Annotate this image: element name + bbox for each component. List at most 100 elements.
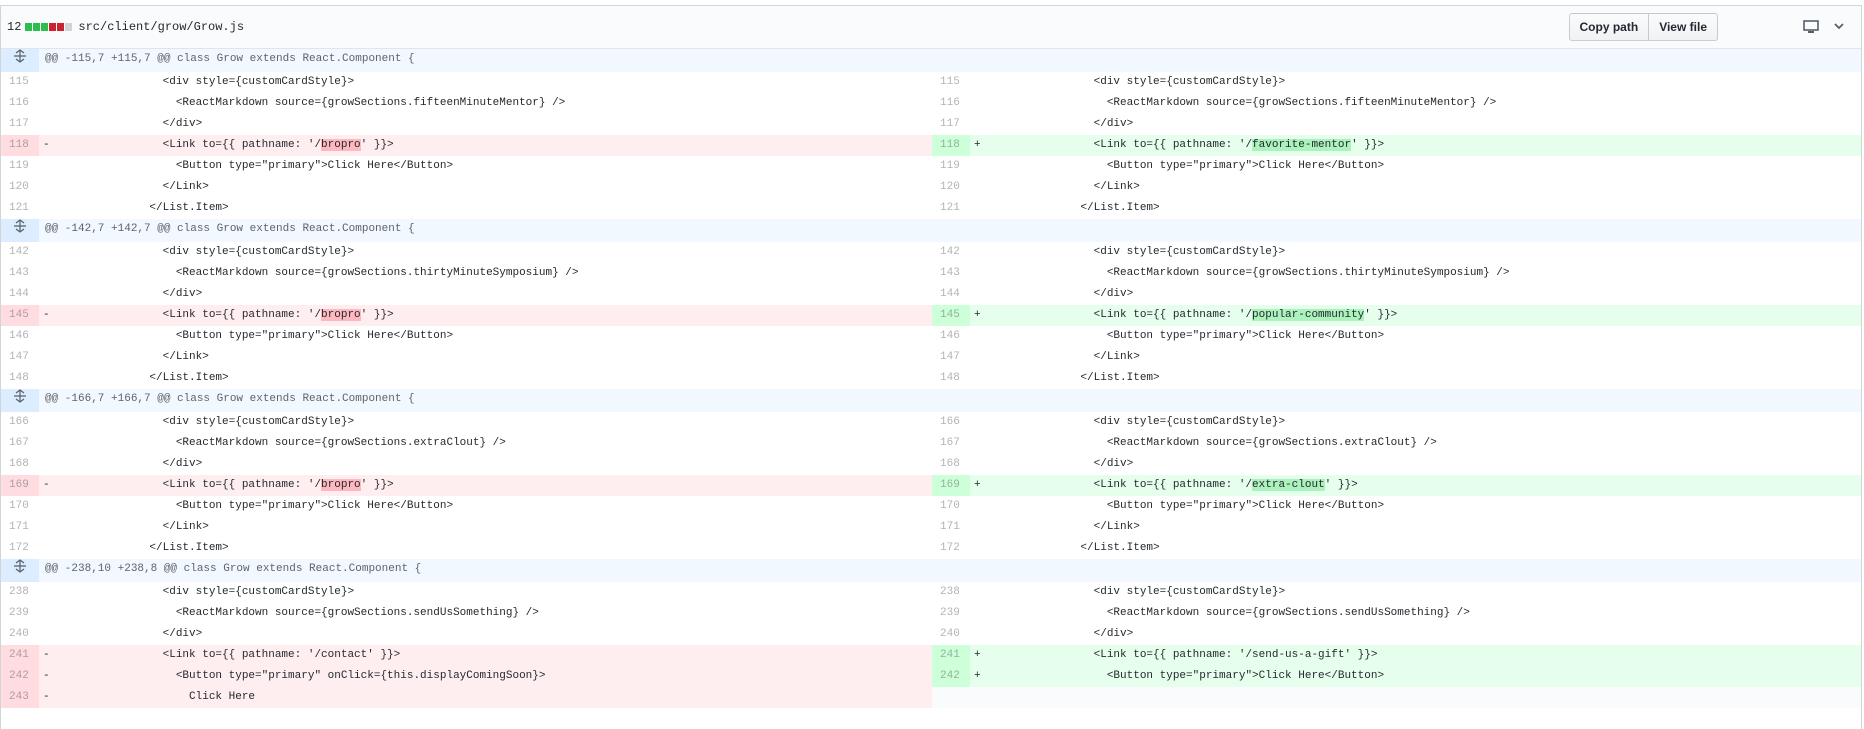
hunk-header-row: @@ -142,7 +142,7 @@ class Grow extends R…	[1, 219, 1861, 242]
hunk-header: @@ -115,7 +115,7 @@ class Grow extends R…	[39, 49, 1861, 72]
deleted-line: - <Link to={{ pathname: '/bropro' }}>	[39, 305, 932, 326]
deleted-line: - <Button type="primary" onClick={this.d…	[39, 666, 932, 687]
line-number[interactable]: 119	[932, 156, 970, 177]
line-number[interactable]: 116	[1, 93, 39, 114]
code-text: <Link to={{ pathname: '/contact' }}>	[57, 649, 401, 661]
code-text: <Link to={{ pathname: '/	[988, 309, 1253, 321]
code-line: </List.Item>	[970, 198, 1861, 219]
empty-line-number	[932, 687, 970, 708]
line-number[interactable]: 238	[932, 582, 970, 603]
line-number[interactable]: 143	[1, 263, 39, 284]
line-number-added[interactable]: 118	[932, 135, 970, 156]
line-number-deleted[interactable]: 243	[1, 687, 39, 708]
line-number[interactable]: 168	[1, 454, 39, 475]
view-file-button[interactable]: View file	[1649, 13, 1718, 41]
line-number-added[interactable]: 145	[932, 305, 970, 326]
added-line: + <Link to={{ pathname: '/extra-clout' }…	[970, 475, 1861, 496]
line-number[interactable]: 170	[1, 496, 39, 517]
line-number[interactable]: 117	[1, 114, 39, 135]
line-number[interactable]: 143	[932, 263, 970, 284]
line-number[interactable]: 171	[932, 517, 970, 538]
hunk-header-row: @@ -238,10 +238,8 @@ class Grow extends …	[1, 559, 1861, 582]
line-number[interactable]: 170	[932, 496, 970, 517]
code-text: <ReactMarkdown source={growSections.fift…	[988, 97, 1497, 109]
line-number[interactable]: 148	[1, 368, 39, 389]
line-number[interactable]: 166	[1, 412, 39, 433]
code-text: <Button type="primary">Click Here</Butto…	[988, 670, 1385, 682]
code-line: </div>	[39, 114, 932, 135]
line-number[interactable]: 116	[932, 93, 970, 114]
line-number[interactable]: 171	[1, 517, 39, 538]
copy-path-button[interactable]: Copy path	[1568, 13, 1650, 41]
expand-button[interactable]	[1, 219, 39, 242]
deleted-line: - Click Here	[39, 687, 932, 708]
chevron-down-icon[interactable]	[1833, 20, 1845, 35]
line-number-deleted[interactable]: 169	[1, 475, 39, 496]
diff-row: 242- <Button type="primary" onClick={thi…	[1, 666, 1861, 687]
line-number[interactable]: 119	[1, 156, 39, 177]
line-number[interactable]: 148	[932, 368, 970, 389]
line-number[interactable]: 142	[932, 242, 970, 263]
line-number[interactable]: 144	[1, 284, 39, 305]
line-number[interactable]: 172	[932, 538, 970, 559]
line-number[interactable]: 115	[1, 72, 39, 93]
deleted-line: - <Link to={{ pathname: '/bropro' }}>	[39, 135, 932, 156]
diff-row: 120 </Link> 120 </Link>	[1, 177, 1861, 198]
code-text: <div style={customCardStyle}>	[988, 586, 1286, 598]
line-number-added[interactable]: 241	[932, 645, 970, 666]
line-number[interactable]: 240	[932, 624, 970, 645]
line-number-deleted[interactable]: 145	[1, 305, 39, 326]
line-number[interactable]: 167	[1, 433, 39, 454]
deleted-line: - <Link to={{ pathname: '/contact' }}>	[39, 645, 932, 666]
code-text: </List.Item>	[988, 372, 1160, 384]
line-number[interactable]: 167	[932, 433, 970, 454]
line-number-added[interactable]: 169	[932, 475, 970, 496]
code-line: <ReactMarkdown source={growSections.send…	[970, 603, 1861, 624]
code-line: <Button type="primary">Click Here</Butto…	[970, 496, 1861, 517]
hunk-header: @@ -238,10 +238,8 @@ class Grow extends …	[39, 559, 1861, 582]
line-number[interactable]: 117	[932, 114, 970, 135]
line-number-deleted[interactable]: 241	[1, 645, 39, 666]
diff-marker: -	[43, 691, 50, 703]
file-path[interactable]: src/client/grow/Grow.js	[78, 20, 244, 34]
expand-button[interactable]	[1, 559, 39, 582]
line-number[interactable]: 120	[932, 177, 970, 198]
line-number[interactable]: 147	[1, 347, 39, 368]
code-text: <div style={customCardStyle}>	[988, 416, 1286, 428]
expand-button[interactable]	[1, 49, 39, 72]
line-number[interactable]: 115	[932, 72, 970, 93]
code-line: <div style={customCardStyle}>	[39, 72, 932, 93]
unfold-icon	[14, 49, 26, 63]
code-line: <div style={customCardStyle}>	[970, 242, 1861, 263]
desktop-icon[interactable]	[1803, 20, 1819, 37]
line-number[interactable]: 239	[932, 603, 970, 624]
added-line: + <Link to={{ pathname: '/favorite-mento…	[970, 135, 1861, 156]
code-text: <Link to={{ pathname: '/	[988, 139, 1253, 151]
line-number[interactable]: 240	[1, 624, 39, 645]
line-number[interactable]: 120	[1, 177, 39, 198]
line-number[interactable]: 172	[1, 538, 39, 559]
line-number[interactable]: 144	[932, 284, 970, 305]
line-number[interactable]: 121	[932, 198, 970, 219]
line-number[interactable]: 146	[1, 326, 39, 347]
unfold-icon	[14, 389, 26, 403]
line-number[interactable]: 121	[1, 198, 39, 219]
code-text: </div>	[57, 628, 203, 640]
line-number-deleted[interactable]: 118	[1, 135, 39, 156]
line-number[interactable]: 147	[932, 347, 970, 368]
expand-button[interactable]	[1, 389, 39, 412]
line-number[interactable]: 166	[932, 412, 970, 433]
line-number[interactable]: 168	[932, 454, 970, 475]
line-number[interactable]: 239	[1, 603, 39, 624]
added-line: + <Link to={{ pathname: '/send-us-a-gift…	[970, 645, 1861, 666]
diff-row: 241- <Link to={{ pathname: '/contact' }}…	[1, 645, 1861, 666]
code-text: </Link>	[988, 351, 1140, 363]
line-number[interactable]: 146	[932, 326, 970, 347]
line-number-added[interactable]: 242	[932, 666, 970, 687]
line-number-deleted[interactable]: 242	[1, 666, 39, 687]
line-number[interactable]: 142	[1, 242, 39, 263]
line-number[interactable]: 238	[1, 582, 39, 603]
code-line: <ReactMarkdown source={growSections.extr…	[39, 433, 932, 454]
diff-row: 239 <ReactMarkdown source={growSections.…	[1, 603, 1861, 624]
diff-row: 167 <ReactMarkdown source={growSections.…	[1, 433, 1861, 454]
